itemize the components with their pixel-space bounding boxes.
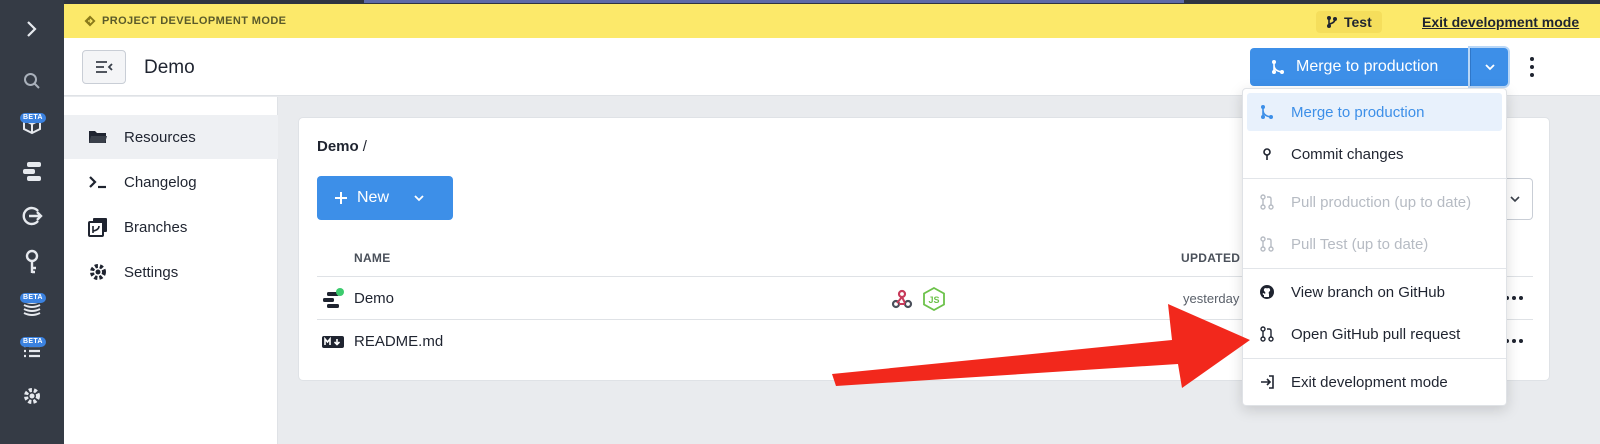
gear-icon[interactable] [0,376,64,416]
sidebar-item-label: Branches [124,218,188,236]
list-icon[interactable] [0,330,64,370]
project-sidebar: Resources Changelog Branches Settings [64,97,278,444]
branch-name: Test [1344,14,1372,30]
merge-icon [1272,60,1284,74]
menu-item-label: Pull production (up to date) [1291,193,1472,211]
branch-icon [1327,16,1337,28]
github-icon [1260,285,1274,299]
sidebar-item-label: Changelog [124,173,197,191]
gear-icon [90,264,106,280]
breadcrumb-separator: / [362,138,367,155]
dev-mode-banner: PROJECT DEVELOPMENT MODE Test Exit devel… [64,4,1600,38]
chevron-down-icon [1509,196,1520,203]
collapse-sidebar-button[interactable] [82,50,126,84]
chevron-down-icon [1484,64,1495,71]
beta-badge: BETA [20,337,46,347]
page-title: Demo [144,57,195,78]
row-name: README.md [354,333,444,350]
menu-item-label: Merge to production [1291,103,1425,121]
exit-dev-mode-link[interactable]: Exit development mode [1422,14,1579,30]
sidebar-item-changelog[interactable]: Changelog [64,160,278,204]
menu-item-pull-test: Pull Test (up to date) [1247,225,1502,263]
menu-item-commit-changes[interactable]: Commit changes [1247,135,1502,173]
sidebar-item-label: Resources [124,128,196,146]
key-icon[interactable] [0,242,64,282]
exit-icon [1261,375,1274,389]
sidebar-item-settings[interactable]: Settings [64,250,278,294]
menu-item-label: Commit changes [1291,145,1404,163]
sidebar-item-label: Settings [124,263,179,281]
menu-item-open-pull-request[interactable]: Open GitHub pull request [1247,315,1502,353]
chevron-down-icon [414,195,424,202]
search-icon[interactable] [0,61,64,101]
beta-badge: BETA [20,293,46,303]
merge-button-label: Merge to production [1296,58,1439,75]
menu-item-pull-production: Pull production (up to date) [1247,183,1502,221]
folder-icon [89,131,107,143]
beta-badge: BETA [20,113,46,123]
merge-icon [1261,105,1273,119]
box-icon[interactable] [0,104,64,144]
pull-request-icon [1260,236,1274,252]
merge-options-menu: Merge to production Commit changes Pull … [1242,88,1507,406]
column-header-name[interactable]: NAME [354,251,391,265]
pull-request-icon [1260,326,1274,342]
left-rail: BETA BETA BETA [0,0,64,444]
terminal-icon [89,176,106,189]
breadcrumb-project[interactable]: Demo [317,138,359,155]
pull-request-icon [1260,194,1274,210]
column-header-updated[interactable]: UPDATED [1181,251,1240,265]
workflow-icon[interactable] [0,152,64,192]
menu-item-label: Exit development mode [1291,373,1448,391]
sidebar-item-branches[interactable]: Branches [64,205,278,249]
database-icon[interactable] [0,286,64,326]
annotation-arrow [832,304,1250,388]
new-button-label: New [357,189,390,206]
chevron-right-icon[interactable] [0,9,64,49]
menu-item-label: Open GitHub pull request [1291,325,1461,343]
more-options-button[interactable] [1526,54,1538,80]
merge-to-production-button[interactable]: Merge to production [1250,48,1470,86]
exit-icon[interactable] [0,196,64,236]
row-more-button[interactable] [1505,296,1523,300]
branch-pill[interactable]: Test [1316,11,1382,33]
row-more-button[interactable] [1505,339,1523,343]
branch-icon [88,218,107,237]
sidebar-item-resources[interactable]: Resources [64,115,278,159]
menu-item-label: View branch on GitHub [1291,283,1445,301]
markdown-icon [322,336,344,348]
collapse-menu-icon [96,61,113,73]
breadcrumb: Demo / [317,138,367,155]
menu-item-label: Pull Test (up to date) [1291,235,1429,253]
menu-item-exit-dev-mode[interactable]: Exit development mode [1247,363,1502,401]
commit-icon [1263,148,1271,160]
dev-mode-label: PROJECT DEVELOPMENT MODE [102,15,287,27]
menu-item-view-branch-github[interactable]: View branch on GitHub [1247,273,1502,311]
plus-icon [335,192,347,204]
menu-item-merge-to-production[interactable]: Merge to production [1247,93,1502,131]
row-name: Demo [354,290,395,307]
workflow-icon [323,288,344,308]
new-resource-button[interactable]: New [317,176,453,220]
merge-options-toggle[interactable] [1470,48,1508,86]
diamond-icon [84,15,96,27]
